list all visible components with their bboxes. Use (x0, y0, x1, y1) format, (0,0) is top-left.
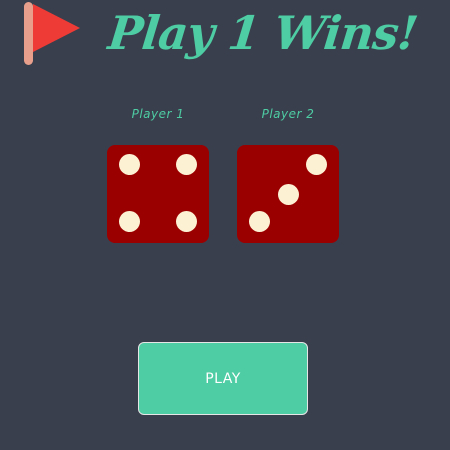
die-pip (277, 183, 299, 205)
die-pip (118, 154, 140, 176)
play-button[interactable]: PLAY (138, 342, 308, 415)
game-title: Play 1 Wins! (105, 6, 420, 60)
flag-cloth (33, 4, 80, 52)
die-pip (176, 210, 198, 232)
flag-pole (24, 2, 33, 65)
die-pip (306, 154, 328, 176)
die-pip (118, 210, 140, 232)
red-flag-icon (24, 2, 80, 65)
player-1-label: Player 1 (131, 107, 185, 121)
player-2-die (237, 145, 339, 243)
player-1-die (107, 145, 209, 243)
player-2-label: Player 2 (261, 107, 315, 121)
die-pip (248, 210, 270, 232)
die-pip (176, 154, 198, 176)
